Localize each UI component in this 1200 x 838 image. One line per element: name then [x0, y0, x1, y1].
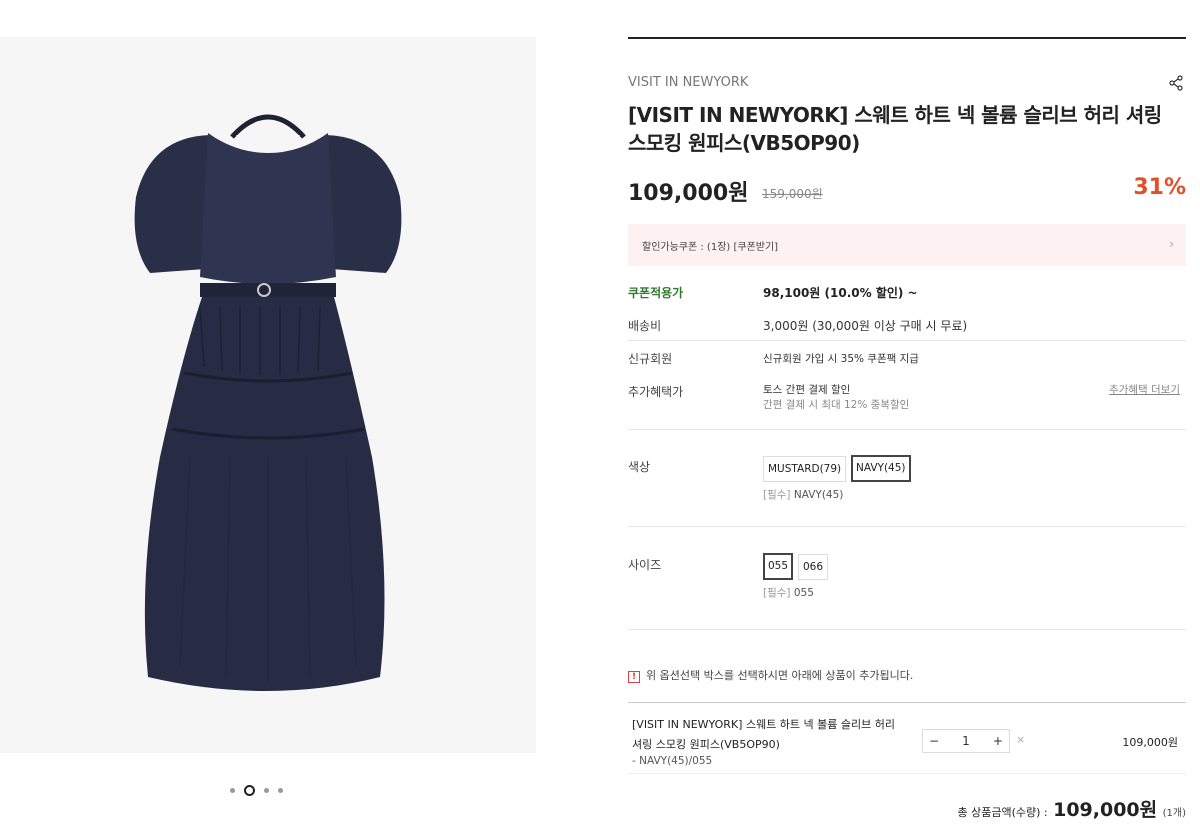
share-icon[interactable]	[1168, 75, 1184, 91]
selected-item-price: 109,000원	[1122, 736, 1178, 749]
product-title: [VISIT IN NEWYORK] 스웨트 하트 넥 볼륨 슬리브 허리 셔링…	[628, 103, 1162, 155]
gallery-dot[interactable]	[264, 788, 269, 793]
dress-illustration	[134, 114, 402, 691]
product-image[interactable]	[0, 37, 536, 753]
quantity-value[interactable]: 1	[962, 734, 970, 748]
coupon-price-value: 98,100원 (10.0% 할인) ~	[763, 286, 918, 300]
brand-name[interactable]: VISIT IN NEWYORK	[628, 75, 748, 90]
selected-item-name-line2: 셔링 스모킹 원피스(VB5OP90)	[632, 738, 780, 751]
top-divider	[628, 37, 1186, 39]
sale-price: 109,000원	[628, 181, 749, 206]
remove-item-button[interactable]: ×	[1016, 733, 1025, 746]
color-option-navy[interactable]: NAVY(45)	[851, 455, 911, 482]
required-prefix: [필수]	[763, 489, 791, 501]
extra-benefit-note: 간편 결제 시 최대 12% 중복할인	[763, 399, 910, 411]
total-count: (1개)	[1162, 808, 1186, 819]
coupon-banner-text: 할인가능쿠폰 : (1장) [쿠폰받기]	[642, 242, 779, 253]
option-notice: ! 위 옵션선택 박스를 선택하시면 아래에 상품이 추가됩니다.	[628, 667, 913, 683]
gallery-dot[interactable]	[278, 788, 283, 793]
new-member-value: 신규회원 가입 시 35% 쿠폰팩 지급	[763, 353, 919, 365]
selected-item-option: - NAVY(45)/055	[632, 755, 713, 767]
shipping-value: 3,000원 (30,000원 이상 구매 시 무료)	[763, 319, 968, 333]
gallery-dot-active[interactable]	[244, 785, 255, 796]
selected-item-name-line1: [VISIT IN NEWYORK] 스웨트 하트 넥 볼륨 슬리브 허리	[632, 718, 895, 731]
coupon-price-label: 쿠폰적용가	[628, 286, 684, 300]
quantity-stepper: − 1 +	[922, 729, 1010, 753]
product-detail: VISIT IN NEWYORK [VISIT IN NEWYORK] 스웨트 …	[628, 37, 1186, 821]
size-option-label: 사이즈	[628, 558, 662, 572]
alert-icon: !	[628, 671, 640, 683]
shipping-label: 배송비	[628, 319, 662, 333]
size-option-055[interactable]: 055	[763, 553, 794, 580]
extra-benefit-label: 추가혜택가	[628, 385, 684, 399]
color-required-value: NAVY(45)	[793, 489, 844, 501]
total-amount: 총 상품금액(수량) : 109,000원 (1개)	[957, 795, 1186, 822]
plus-button[interactable]: +	[993, 734, 1003, 748]
size-required-value: 055	[793, 587, 814, 599]
coupon-banner[interactable]: 할인가능쿠폰 : (1장) [쿠폰받기] ›	[628, 224, 1186, 266]
selected-item: [VISIT IN NEWYORK] 스웨트 하트 넥 볼륨 슬리브 허리 셔링…	[628, 702, 1186, 774]
selected-item-name: [VISIT IN NEWYORK] 스웨트 하트 넥 볼륨 슬리브 허리 셔링…	[632, 715, 912, 755]
divider	[628, 429, 1186, 430]
color-option-label: 색상	[628, 460, 651, 474]
color-option-mustard[interactable]: MUSTARD(79)	[763, 456, 847, 482]
option-notice-text: 위 옵션선택 박스를 선택하시면 아래에 상품이 추가됩니다.	[646, 669, 914, 682]
discount-rate: 31%	[1133, 175, 1186, 200]
size-required-note: [필수] 055	[763, 585, 814, 600]
chevron-right-icon: ›	[1169, 237, 1174, 251]
minus-button[interactable]: −	[929, 734, 939, 748]
gallery-dot[interactable]	[230, 788, 235, 793]
extra-benefit-more-link[interactable]: 추가혜택 더보기	[1109, 382, 1180, 397]
new-member-label: 신규회원	[628, 352, 673, 366]
color-required-note: [필수] NAVY(45)	[763, 487, 843, 502]
extra-benefit-value: 토스 간편 결제 할인	[763, 384, 851, 396]
divider	[628, 526, 1186, 527]
size-option-066[interactable]: 066	[798, 554, 829, 580]
price-row: 109,000원 159,000원 31%	[628, 175, 1186, 206]
total-label: 총 상품금액(수량) :	[957, 806, 1048, 819]
original-price: 159,000원	[762, 187, 823, 201]
total-amount-value: 109,000원	[1053, 799, 1158, 821]
required-prefix: [필수]	[763, 587, 791, 599]
divider	[628, 340, 1186, 341]
divider	[628, 629, 1186, 630]
gallery-pagination	[230, 785, 283, 796]
